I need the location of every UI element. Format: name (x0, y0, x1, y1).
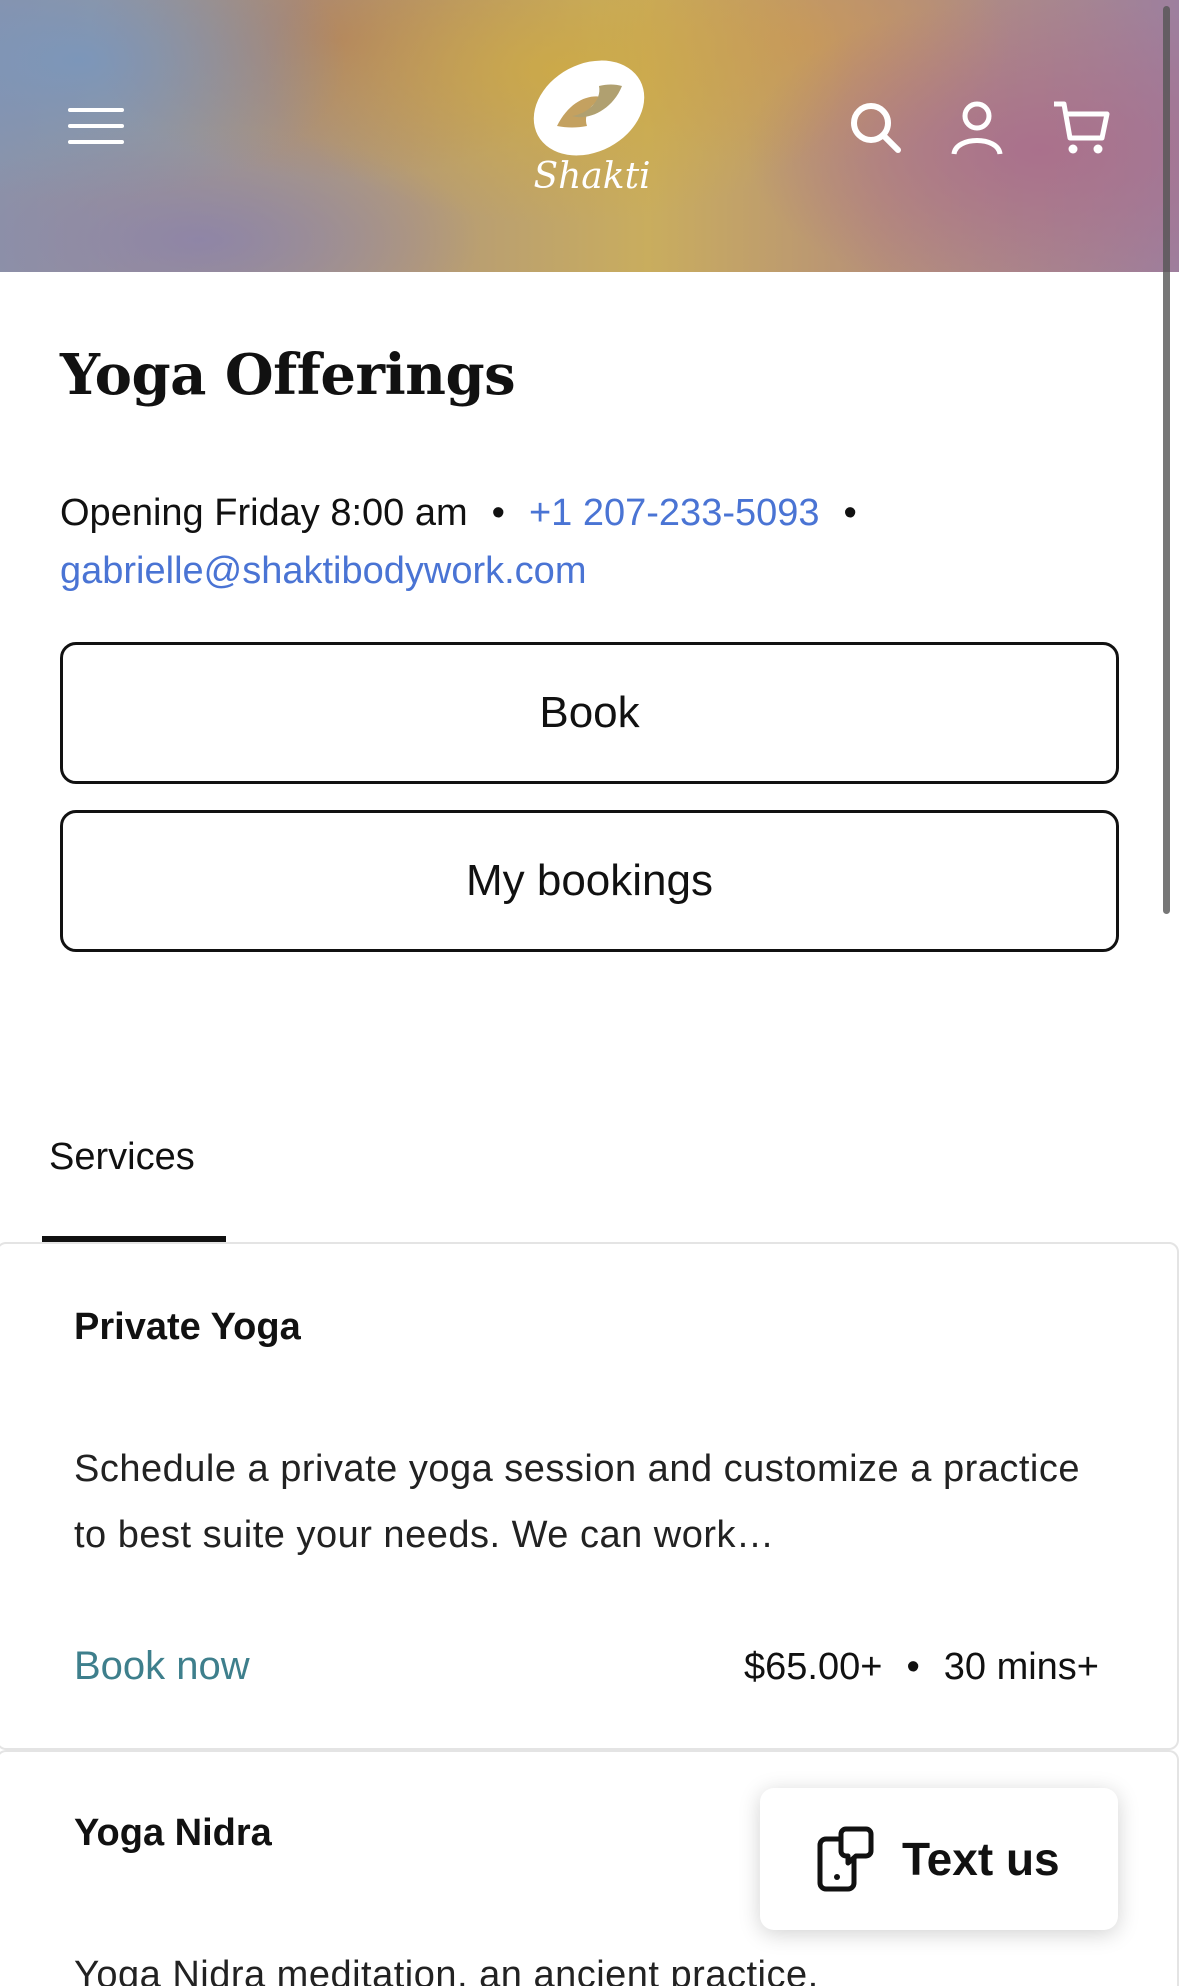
text-us-label: Text us (902, 1833, 1060, 1885)
scrollbar[interactable] (1163, 6, 1170, 914)
page-title: Yoga Offerings (60, 342, 516, 408)
cart-icon[interactable] (1052, 98, 1110, 156)
service-title: Yoga Nidra (74, 1812, 272, 1854)
my-bookings-button[interactable]: My bookings (60, 810, 1119, 952)
tab-label: Services (49, 1136, 195, 1178)
account-icon[interactable] (948, 98, 1006, 156)
phone-link[interactable]: +1 207-233-5093 (529, 492, 820, 534)
service-description: Yoga Nidra meditation, an ancient practi… (74, 1954, 819, 1986)
chat-phone-icon (817, 1826, 874, 1892)
site-header: Shakti (0, 0, 1179, 272)
logo-mark-icon (533, 60, 645, 156)
tab-services[interactable]: Services (42, 1130, 226, 1242)
service-title: Private Yoga (74, 1306, 301, 1348)
service-meta: $65.00+ • 30 mins+ (744, 1646, 1099, 1689)
logo-text: Shakti (533, 156, 651, 197)
business-info: Opening Friday 8:00 am • +1 207-233-5093 • … (60, 484, 1120, 600)
hamburger-menu-icon[interactable] (68, 108, 124, 148)
separator-dot: • (491, 492, 505, 534)
service-description: Schedule a private yoga session and cust… (74, 1448, 1080, 1556)
email-link[interactable]: gabrielle@shaktibodywork.com (60, 550, 586, 592)
separator-dot: • (843, 492, 857, 534)
book-now-link[interactable]: Book now (74, 1644, 250, 1689)
service-duration: 30 mins+ (943, 1646, 1099, 1688)
book-button[interactable]: Book (60, 642, 1119, 784)
service-card: Private Yoga Schedule a private yoga ses… (0, 1242, 1179, 1750)
opening-hours: Opening Friday 8:00 am (60, 492, 468, 534)
shakti-logo[interactable]: Shakti (527, 56, 657, 216)
service-price: $65.00+ (744, 1646, 883, 1688)
separator-dot: • (906, 1646, 920, 1688)
text-us-button[interactable]: Text us (760, 1788, 1118, 1930)
search-icon[interactable] (846, 98, 904, 156)
